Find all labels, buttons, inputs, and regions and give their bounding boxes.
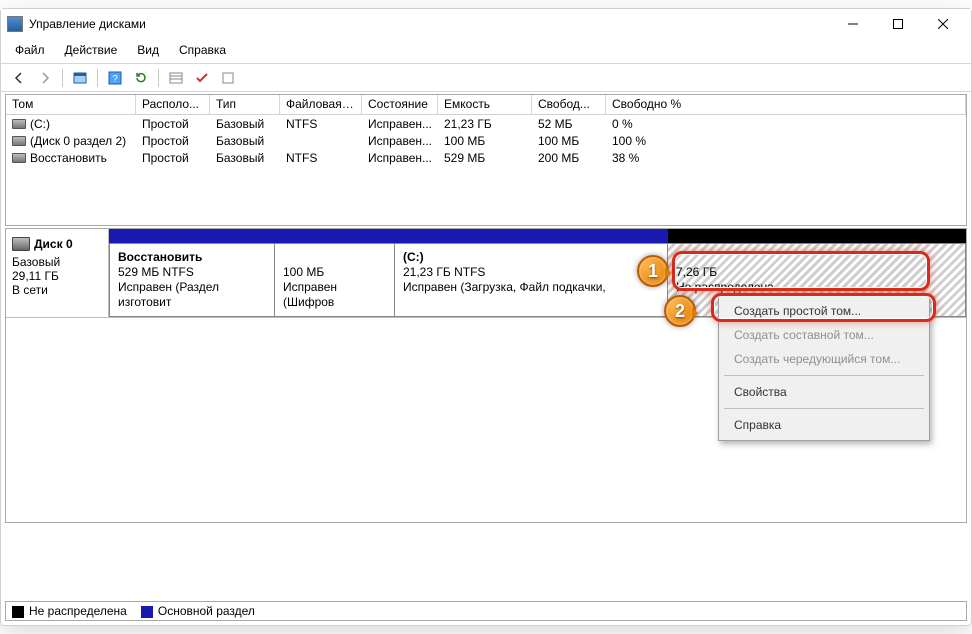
menu-bar: Файл Действие Вид Справка [1, 39, 971, 61]
table-header: Том Располо... Тип Файловая с... Состоян… [6, 95, 966, 115]
show-hide-button[interactable] [68, 67, 92, 89]
volume-icon [12, 136, 26, 146]
legend-label-unallocated: Не распределена [29, 604, 127, 618]
legend: Не распределена Основной раздел [5, 601, 967, 621]
col-free[interactable]: Свобод... [532, 95, 606, 114]
partition-efi[interactable]: 100 МБ Исправен (Шифров [275, 243, 395, 317]
disk-icon [12, 237, 30, 251]
menu-action[interactable]: Действие [57, 41, 126, 59]
settings-button[interactable] [216, 67, 240, 89]
menu-properties[interactable]: Свойства [722, 380, 926, 404]
toolbar: ? [1, 64, 971, 92]
volume-list: Том Располо... Тип Файловая с... Состоян… [5, 94, 967, 226]
disk-map: Диск 0 Базовый 29,11 ГБ В сети Восстанов… [5, 228, 967, 523]
menu-create-spanned-volume[interactable]: Создать составной том... [722, 323, 926, 347]
col-fs[interactable]: Файловая с... [280, 95, 362, 114]
list-view-button[interactable] [164, 67, 188, 89]
col-volume[interactable]: Том [6, 95, 136, 114]
app-icon [7, 16, 23, 32]
legend-swatch-primary [141, 606, 153, 618]
back-button[interactable] [7, 67, 31, 89]
table-row[interactable]: (C:)ПростойБазовыйNTFSИсправен...21,23 Г… [6, 115, 966, 132]
col-freepct[interactable]: Свободно % [606, 95, 966, 114]
refresh-button[interactable] [129, 67, 153, 89]
disk-status: В сети [12, 283, 102, 297]
disk-size: 29,11 ГБ [12, 269, 102, 283]
maximize-button[interactable] [875, 10, 920, 38]
menu-help[interactable]: Справка [171, 41, 234, 59]
legend-swatch-unallocated [12, 606, 24, 618]
disk-type: Базовый [12, 255, 102, 269]
partition-c[interactable]: (C:) 21,23 ГБ NTFS Исправен (Загрузка, Ф… [395, 243, 668, 317]
col-type[interactable]: Тип [210, 95, 280, 114]
disk-label: Диск 0 [34, 237, 73, 251]
context-menu: Создать простой том... Создать составной… [718, 295, 930, 441]
help-icon[interactable]: ? [103, 67, 127, 89]
legend-label-primary: Основной раздел [158, 604, 255, 618]
disk-header[interactable]: Диск 0 Базовый 29,11 ГБ В сети [6, 229, 109, 317]
col-state[interactable]: Состояние [362, 95, 438, 114]
menu-help[interactable]: Справка [722, 413, 926, 437]
window-title: Управление дисками [29, 17, 146, 31]
close-button[interactable] [920, 10, 965, 38]
col-layout[interactable]: Располо... [136, 95, 210, 114]
minimize-button[interactable] [830, 10, 875, 38]
menu-view[interactable]: Вид [129, 41, 167, 59]
svg-text:?: ? [112, 74, 118, 85]
col-capacity[interactable]: Емкость [438, 95, 532, 114]
volume-icon [12, 119, 26, 129]
forward-button[interactable] [33, 67, 57, 89]
menu-create-simple-volume[interactable]: Создать простой том... [722, 299, 926, 323]
table-row[interactable]: ВосстановитьПростойБазовыйNTFSИсправен..… [6, 149, 966, 166]
check-button[interactable] [190, 67, 214, 89]
title-bar: Управление дисками [1, 9, 971, 39]
menu-file[interactable]: Файл [7, 41, 53, 59]
partition-recovery[interactable]: Восстановить 529 МБ NTFS Исправен (Разде… [109, 243, 275, 317]
menu-create-striped-volume[interactable]: Создать чередующийся том... [722, 347, 926, 371]
volume-icon [12, 153, 26, 163]
table-row[interactable]: (Диск 0 раздел 2)ПростойБазовыйИсправен.… [6, 132, 966, 149]
